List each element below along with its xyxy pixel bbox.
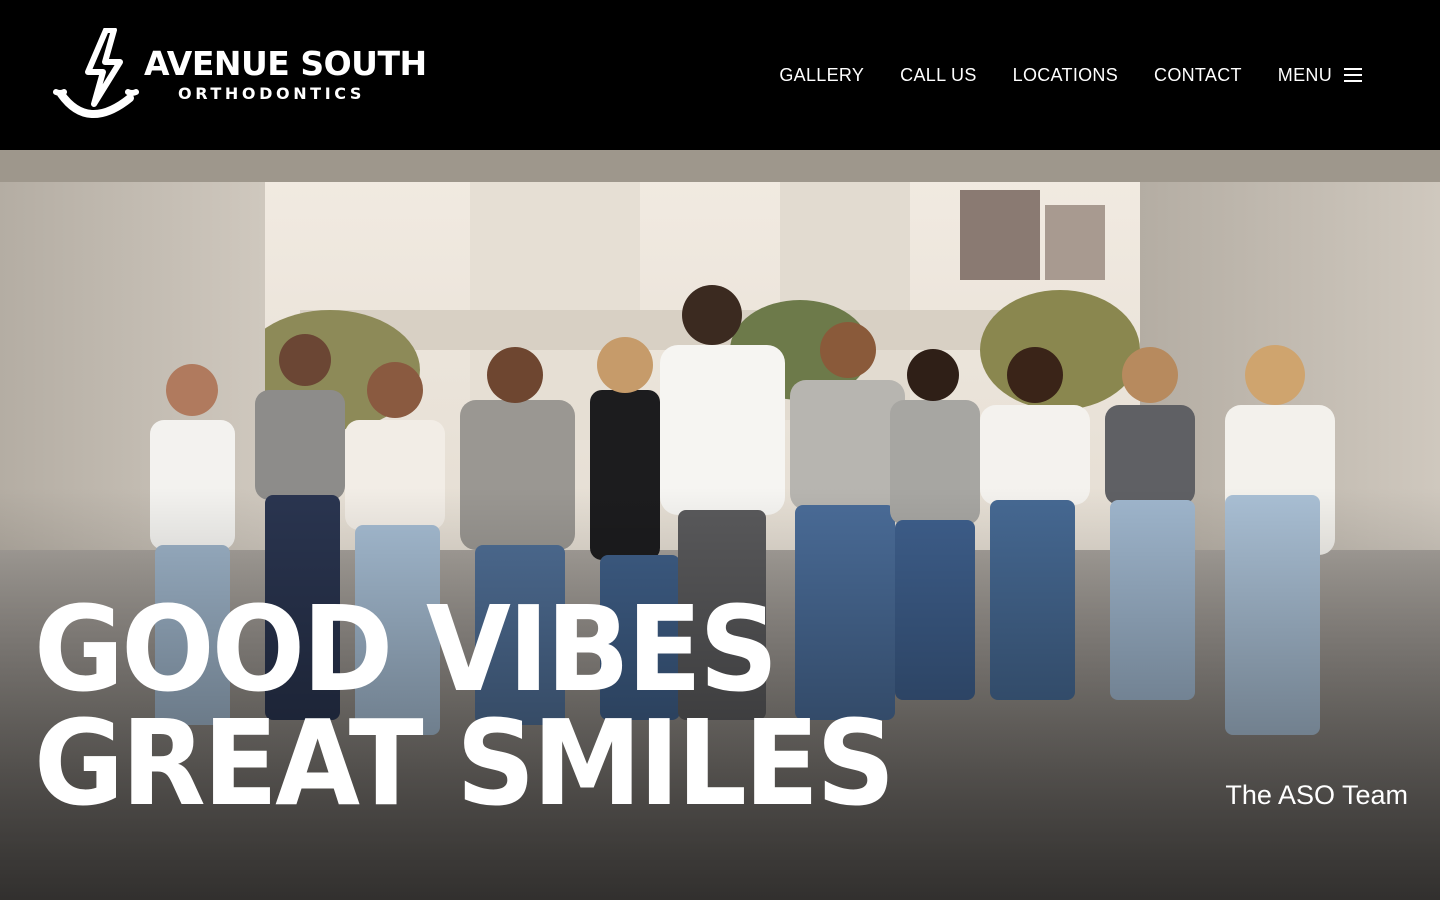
nav-locations-link[interactable]: LOCATIONS (1013, 65, 1118, 86)
hero-headline: GOOD VIBES GREAT SMILES (34, 580, 957, 832)
headline-line-1: GOOD VIBES (34, 580, 778, 718)
headline-line-2: GREAT SMILES (34, 694, 895, 832)
nav-gallery-link[interactable]: GALLERY (779, 65, 864, 86)
menu-label: MENU (1277, 64, 1332, 85)
site-header: AVENUE SOUTH ORTHODONTICS GALLERY CALL U… (0, 0, 1440, 150)
logo-link[interactable]: AVENUE SOUTH ORTHODONTICS (48, 25, 427, 125)
hero-section: GOOD VIBES GREAT SMILES The ASO Team (0, 150, 1440, 900)
main-nav: GALLERY CALL US LOCATIONS CONTACT MENU (779, 65, 1362, 86)
menu-button[interactable]: MENU (1278, 65, 1362, 86)
brand-subtitle: ORTHODONTICS (178, 84, 366, 103)
hamburger-icon (1344, 67, 1362, 83)
nav-call-us-link[interactable]: CALL US (900, 65, 976, 86)
logo-wordmark: AVENUE SOUTH ORTHODONTICS (144, 46, 427, 104)
nav-contact-link[interactable]: CONTACT (1154, 65, 1242, 86)
lightning-smile-icon (53, 28, 139, 118)
photo-caption: The ASO Team (1225, 780, 1408, 810)
brand-name: AVENUE SOUTH (144, 44, 427, 83)
